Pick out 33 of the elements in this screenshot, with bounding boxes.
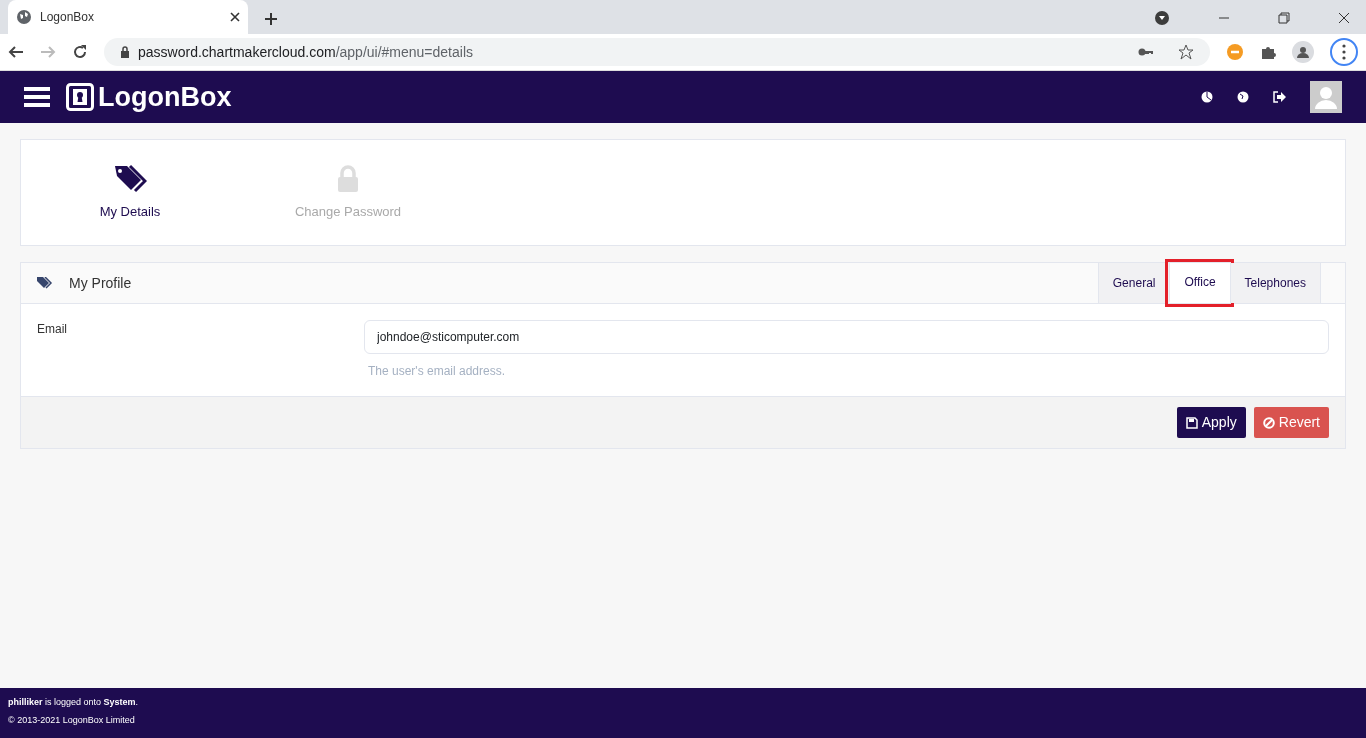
help-text: The user's email address.	[368, 364, 505, 378]
address-bar[interactable]: password.chartmakercloud.com/app/ui/#menu=details	[104, 38, 1210, 66]
tags-icon	[37, 277, 53, 289]
keyhole-icon	[66, 83, 94, 111]
copyright-text: © 2013-2021 LogonBox Limited	[8, 713, 136, 727]
back-arrow-icon[interactable]	[8, 44, 24, 60]
reload-icon[interactable]	[72, 44, 88, 60]
more-menu-icon[interactable]	[1330, 38, 1358, 66]
panel-title: My Profile	[69, 273, 132, 293]
lock-icon	[120, 46, 130, 58]
close-icon[interactable]	[230, 12, 240, 22]
plus-icon[interactable]	[264, 12, 278, 26]
logout-icon[interactable]	[1273, 91, 1286, 103]
profile-icon[interactable]	[1292, 41, 1314, 63]
apply-button[interactable]: Apply	[1176, 407, 1246, 438]
tab[interactable]: Telephones	[1229, 263, 1320, 303]
close-icon[interactable]	[1338, 12, 1350, 24]
menu-icon[interactable]	[24, 86, 50, 108]
tags-icon	[113, 163, 147, 194]
key-icon[interactable]	[1138, 47, 1154, 57]
email-field[interactable]: johndoe@sticomputer.com	[364, 320, 1329, 354]
puzzle-icon[interactable]	[1260, 44, 1276, 60]
star-icon[interactable]	[1178, 44, 1194, 60]
revert-button[interactable]: Revert	[1253, 407, 1329, 438]
ban-icon	[1262, 416, 1275, 429]
restore-icon[interactable]	[1278, 12, 1290, 24]
menu-item[interactable]: My Details	[21, 140, 239, 245]
tab[interactable]: General	[1097, 263, 1170, 303]
save-icon	[1185, 416, 1198, 429]
field-label: Email	[37, 322, 67, 336]
dropdown-icon[interactable]	[1154, 10, 1170, 26]
logo-text: LogonBox	[98, 80, 232, 114]
login-status-text: philliker is logged onto System.	[8, 696, 140, 709]
